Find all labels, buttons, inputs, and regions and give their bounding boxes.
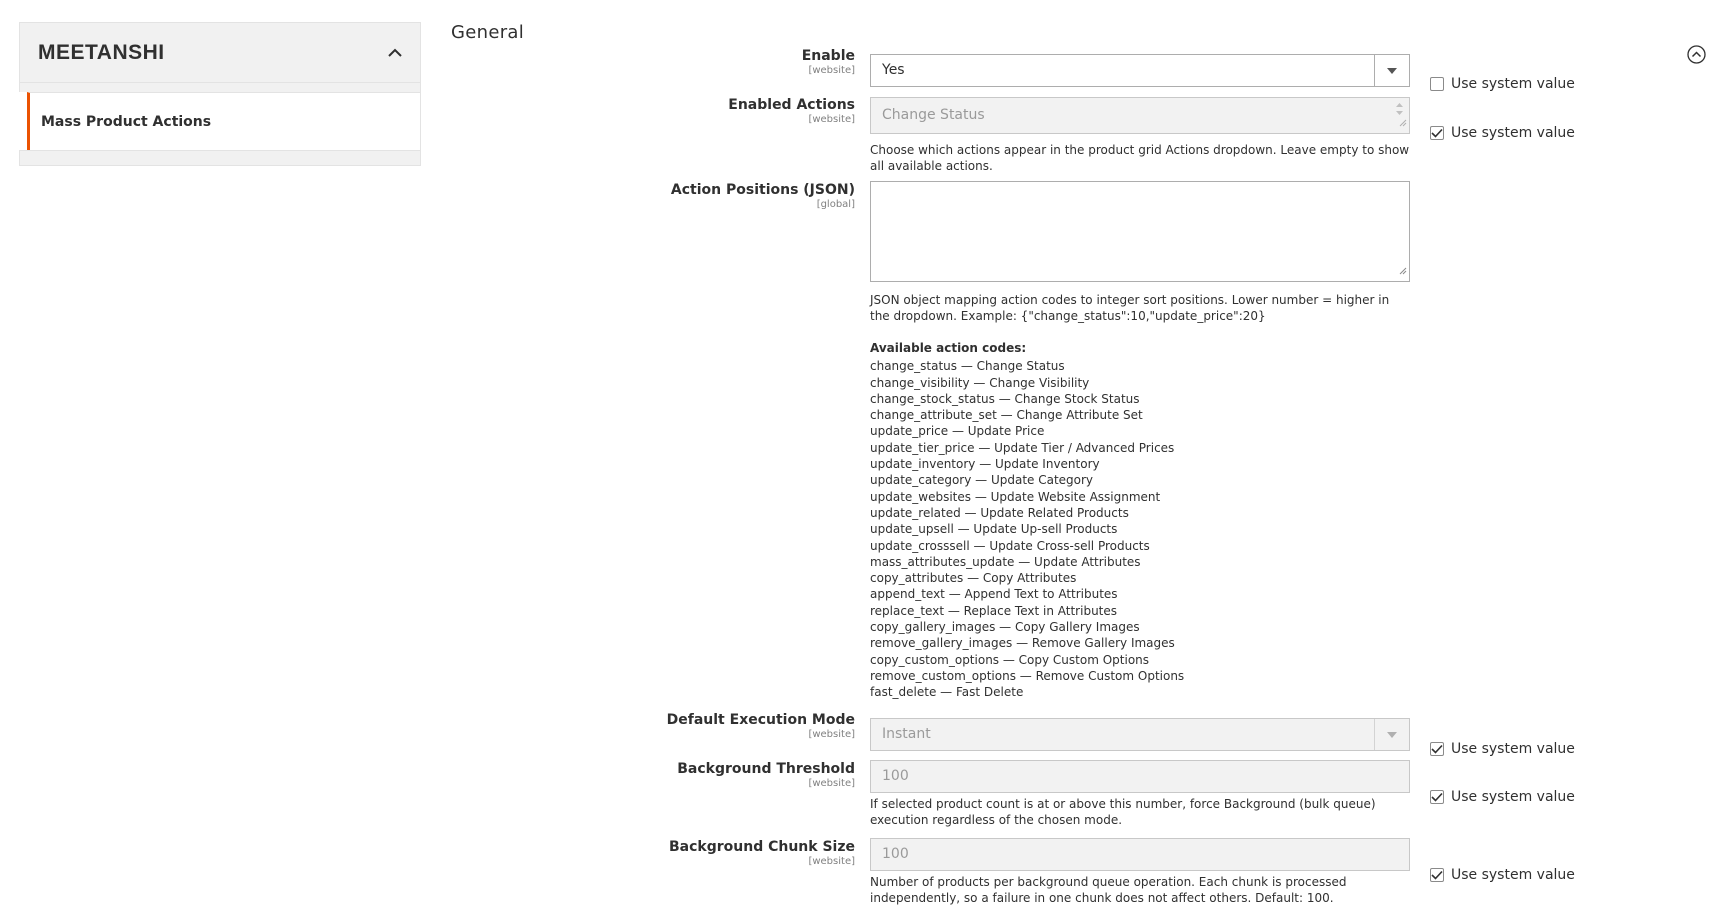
enable-select[interactable]: Yes [870, 54, 1410, 87]
action-code-item: fast_delete — Fast Delete [870, 685, 1024, 700]
field-scope: [website] [808, 65, 855, 76]
bg-chunk-use-system[interactable]: Use system value [1430, 867, 1575, 883]
enable-use-system[interactable]: Use system value [1430, 76, 1575, 92]
use-system-label: Use system value [1451, 741, 1575, 757]
field-scope: [website] [808, 778, 855, 789]
use-system-checkbox[interactable] [1430, 790, 1444, 804]
input-value: 100 [882, 846, 909, 862]
action-code-item: update_tier_price — Update Tier / Advanc… [870, 440, 1175, 455]
use-system-checkbox[interactable] [1430, 868, 1444, 882]
section-title[interactable]: General [451, 22, 524, 43]
field-label: Enabled Actions [728, 97, 855, 113]
field-label: Default Execution Mode [666, 712, 855, 728]
field-label: Background Threshold [677, 761, 855, 777]
action-positions-label: Action Positions (JSON) [global] [671, 182, 855, 211]
field-label: Action Positions (JSON) [670, 182, 855, 198]
bg-threshold-use-system[interactable]: Use system value [1430, 789, 1575, 805]
multiselect-option: Change Status [882, 107, 985, 123]
action-code-item: copy_gallery_images — Copy Gallery Image… [870, 620, 1140, 635]
use-system-label: Use system value [1451, 76, 1575, 92]
action-code-item: change_attribute_set — Change Attribute … [870, 408, 1143, 423]
circle-chevron-up-icon[interactable] [1687, 45, 1706, 64]
enabled-actions-label: Enabled Actions [website] [728, 97, 855, 126]
enabled-actions-multiselect[interactable]: Change Status [870, 97, 1410, 134]
enabled-actions-note: Choose which actions appear in the produ… [870, 143, 1410, 174]
action-code-item: update_upsell — Update Up-sell Products [870, 522, 1118, 537]
select-value: Yes [882, 62, 905, 78]
bg-chunk-input[interactable]: 100 [870, 838, 1410, 871]
use-system-checkbox[interactable] [1430, 77, 1444, 91]
default-mode-label: Default Execution Mode [website] [667, 712, 855, 741]
action-positions-note: JSON object mapping action codes to inte… [870, 293, 1390, 324]
action-code-item: copy_attributes — Copy Attributes [870, 571, 1077, 586]
action-code-item: change_stock_status — Change Stock Statu… [870, 391, 1140, 406]
chevron-up-icon[interactable] [388, 46, 402, 60]
bg-chunk-label: Background Chunk Size [website] [669, 839, 855, 868]
sidebar-item-label: Mass Product Actions [41, 113, 212, 130]
field-scope: [website] [808, 729, 855, 740]
action-code-item: update_inventory — Update Inventory [870, 457, 1100, 472]
action-code-item: update_price — Update Price [870, 424, 1045, 439]
use-system-label: Use system value [1451, 789, 1575, 805]
field-scope: [global] [816, 199, 855, 210]
sidebar-group-header[interactable]: MEETANSHI [19, 22, 421, 83]
action-code-item: copy_custom_options — Copy Custom Option… [870, 652, 1150, 667]
field-label: Enable [801, 48, 855, 64]
action-code-item: update_websites — Update Website Assignm… [870, 489, 1161, 504]
action-code-item: remove_custom_options — Remove Custom Op… [870, 668, 1185, 683]
action-code-item: change_visibility — Change Visibility [870, 375, 1090, 390]
input-value: 100 [882, 768, 909, 784]
resize-handle-icon[interactable] [1399, 263, 1407, 279]
field-scope: [website] [808, 856, 855, 867]
action-code-item: change_status — Change Status [870, 359, 1065, 374]
action-code-item: replace_text — Replace Text in Attribute… [870, 603, 1118, 618]
default-mode-select[interactable]: Instant [870, 718, 1410, 751]
field-label: Background Chunk Size [669, 839, 855, 855]
action-code-item: update_related — Update Related Products [870, 505, 1129, 520]
sidebar-footer [19, 150, 421, 166]
action-positions-textarea[interactable] [870, 181, 1410, 282]
use-system-checkbox[interactable] [1430, 126, 1444, 140]
sidebar-spacer [19, 83, 421, 92]
select-value: Instant [882, 726, 931, 742]
use-system-label: Use system value [1451, 867, 1575, 883]
sidebar-item-mass-product-actions[interactable]: Mass Product Actions [27, 92, 421, 150]
action-codes-list: Available action codes: change_status — … [870, 340, 1410, 701]
action-code-item: mass_attributes_update — Update Attribut… [870, 554, 1141, 569]
use-system-label: Use system value [1451, 125, 1575, 141]
bg-threshold-input[interactable]: 100 [870, 760, 1410, 793]
triangle-down-icon[interactable] [1374, 55, 1409, 86]
action-code-item: update_category — Update Category [870, 473, 1094, 488]
triangle-down-icon[interactable] [1374, 719, 1409, 750]
enabled-actions-use-system[interactable]: Use system value [1430, 125, 1575, 141]
bg-threshold-note: If selected product count is at or above… [870, 797, 1376, 828]
field-scope: [website] [808, 114, 855, 125]
config-sidebar: MEETANSHI Mass Product Actions [19, 22, 421, 166]
resize-handle-icon[interactable] [1399, 115, 1407, 131]
action-code-item: append_text — Append Text to Attributes [870, 587, 1118, 602]
brand-logo: MEETANSHI [38, 40, 165, 64]
enable-label: Enable [website] [802, 48, 855, 77]
use-system-checkbox[interactable] [1430, 742, 1444, 756]
bg-threshold-label: Background Threshold [website] [677, 761, 855, 790]
bg-chunk-note: Number of products per background queue … [870, 875, 1347, 906]
default-mode-use-system[interactable]: Use system value [1430, 741, 1575, 757]
action-code-item: remove_gallery_images — Remove Gallery I… [870, 636, 1175, 651]
action-codes-heading: Available action codes: [870, 341, 1027, 355]
action-code-item: update_crosssell — Update Cross-sell Pro… [870, 538, 1150, 553]
